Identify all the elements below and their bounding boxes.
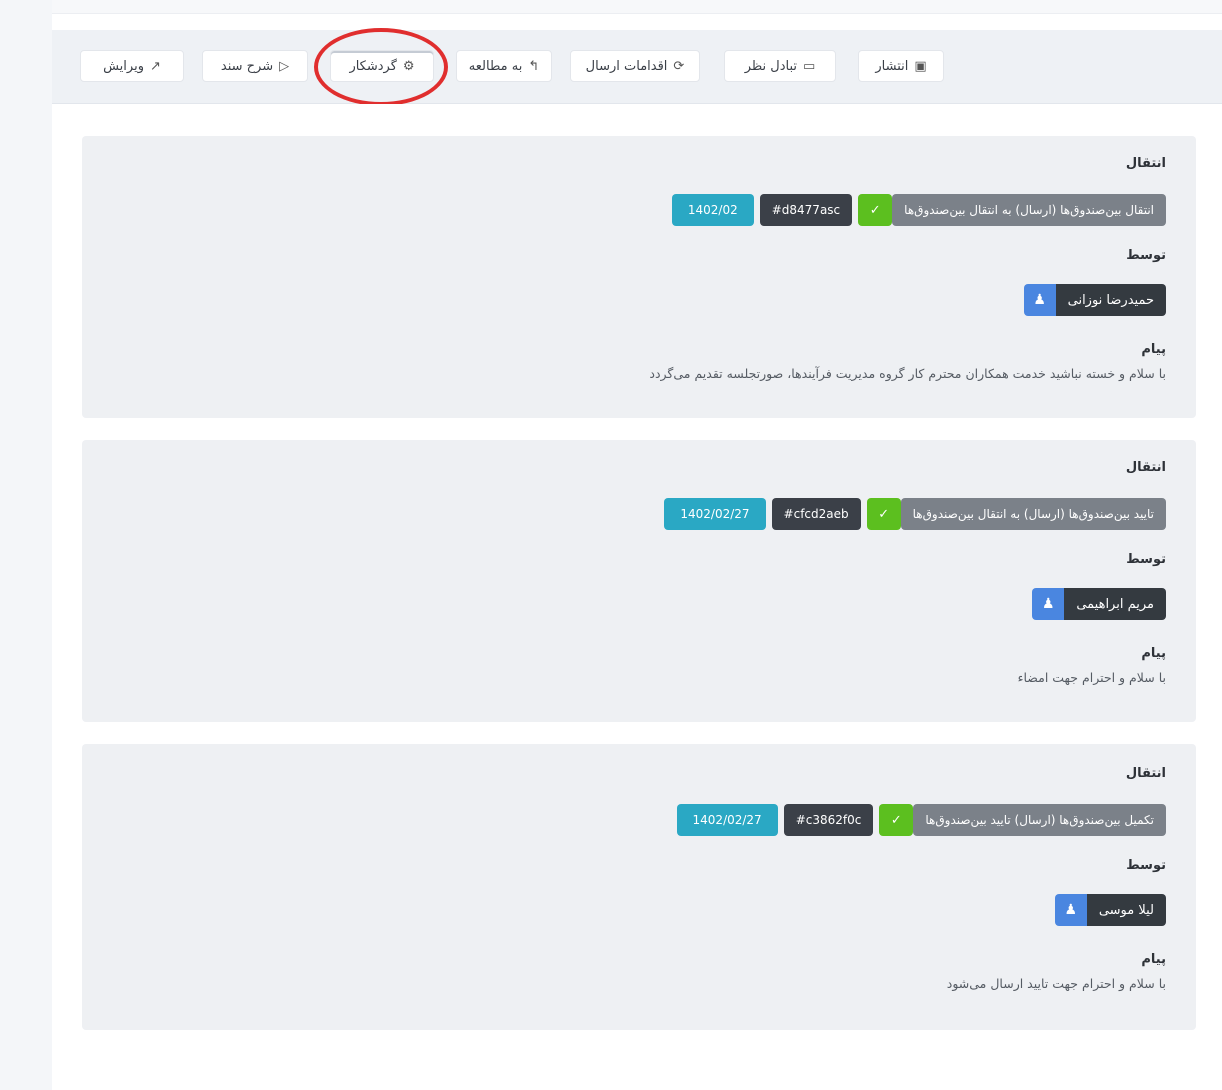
action-label: انتقال [1125,460,1166,475]
discussion-label: تبادل نظر [744,58,798,74]
send-actions-label: اقدامات ارسال [585,58,668,74]
transition-path-badge: تکمیل بین‌صندوق‌ها (ارسال) تایید بین‌صند… [913,804,1166,836]
send-actions-button[interactable]: ⟳ اقدامات ارسال [570,50,700,82]
message-label: پیام [1141,342,1166,357]
book-icon: ↰ [528,58,540,74]
play-icon: ▷ [279,58,290,74]
message-text: با سلام و احترام جهت تایید ارسال می‌شود [946,976,1166,991]
workflow-label: گردشکار [349,58,397,74]
hash-badge: #cfcd2aeb [771,498,861,530]
by-label: توسط [1126,552,1166,567]
send-icon: ▣ [914,58,927,74]
message-label: پیام [1141,646,1166,661]
hash-badge: #c3862f0c [783,804,874,836]
transition-badges: تکمیل بین‌صندوق‌ها (ارسال) تایید بین‌صند… [676,804,1166,836]
refresh-icon: ⟳ [673,58,685,74]
comment-icon: ▭ [803,58,816,74]
workflow-entry-card: انتقال تایید بین‌صندوق‌ها (ارسال) به انت… [82,440,1196,722]
workflow-entry-card: انتقال انتقال بین‌صندوق‌ها (ارسال) به ان… [82,136,1196,418]
transition-path-badge: انتقال بین‌صندوق‌ها (ارسال) به انتقال بی… [892,194,1166,226]
discussion-button[interactable]: ▭ تبادل نظر [724,50,836,82]
check-icon: ✓ [866,498,901,530]
action-label: انتقال [1125,766,1166,781]
date-badge: 1402/02/27 [676,804,778,836]
workflow-entry-card: انتقال تکمیل بین‌صندوق‌ها (ارسال) تایید … [82,744,1196,1030]
check-icon: ✓ [879,804,914,836]
message-text: با سلام و احترام جهت امضاء [1017,670,1166,685]
transition-badges: تایید بین‌صندوق‌ها (ارسال) به انتقال بین… [664,498,1166,530]
user-name: لیلا موسی [1086,894,1166,926]
edit-label: ویرایش [103,58,144,74]
action-label: انتقال [1125,156,1166,171]
user-name: مریم ابراهیمی [1064,588,1166,620]
edit-button[interactable]: ↗ ویرایش [80,50,184,82]
date-badge: 1402/02 [671,194,754,226]
user-badge: لیلا موسی ♟ [1054,894,1166,926]
user-icon: ♟ [1032,588,1065,620]
transition-path-badge: تایید بین‌صندوق‌ها (ارسال) به انتقال بین… [900,498,1166,530]
to-review-label: به مطالعه [468,58,523,74]
date-badge: 1402/02/27 [664,498,766,530]
by-label: توسط [1126,858,1166,873]
user-icon: ♟ [1023,284,1056,316]
user-badge: مریم ابراهیمی ♟ [1032,588,1166,620]
hash-badge: #d8477asc [759,194,853,226]
edit-icon: ↗ [149,58,161,74]
left-sidebar-strip [0,0,52,1090]
top-header-strip [52,0,1222,14]
document-description-button[interactable]: ▷ شرح سند [202,50,308,82]
publish-button[interactable]: ▣ انتشار [858,50,944,82]
message-label: پیام [1141,952,1166,967]
workflow-icon: ⚙ [402,58,415,74]
check-icon: ✓ [858,194,893,226]
document-description-label: شرح سند [220,58,274,74]
message-text: با سلام و خسته نباشید خدمت همکاران محترم… [649,366,1166,381]
workflow-button[interactable]: ⚙ گردشکار [330,50,434,82]
user-badge: حمیدرضا نوزانی ♟ [1023,284,1166,316]
publish-label: انتشار [875,58,909,74]
to-review-button[interactable]: ↰ به مطالعه [456,50,552,82]
transition-badges: انتقال بین‌صندوق‌ها (ارسال) به انتقال بی… [671,194,1166,226]
user-icon: ♟ [1054,894,1087,926]
by-label: توسط [1126,248,1166,263]
user-name: حمیدرضا نوزانی [1055,284,1166,316]
document-toolbar: ▣ انتشار ▭ تبادل نظر ⟳ اقدامات ارسال ↰ ب… [52,30,1222,104]
